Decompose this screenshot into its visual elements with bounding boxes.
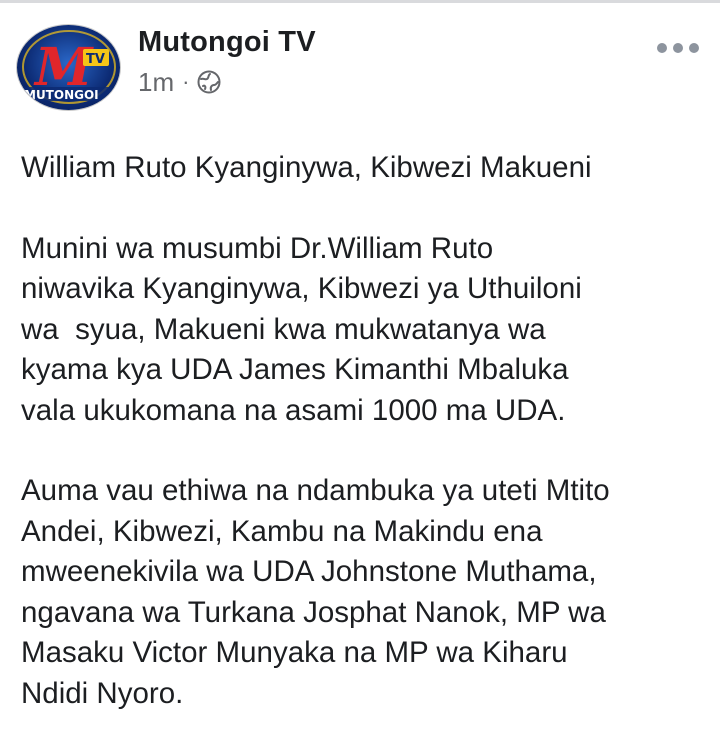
post-paragraph-1: William Ruto Kyanginywa, Kibwezi Makueni [21,151,592,184]
globe-icon[interactable] [197,70,221,94]
page-name[interactable]: Mutongoi TV [138,26,316,59]
post-text: William Ruto Kyanginywa, Kibwezi Makueni… [21,148,711,714]
page-avatar[interactable]: M TV MUTONGOI [17,25,120,110]
more-options-icon[interactable] [657,38,699,58]
more-dot [657,43,667,53]
post-meta: 1m · [138,67,221,97]
post-timestamp[interactable]: 1m [138,67,174,98]
post-paragraph-2: Munini wa musumbi Dr.William Ruto niwavi… [21,231,582,427]
post-header: M TV MUTONGOI Mutongoi TV 1m · [0,0,720,120]
mutongoi-logo: M TV MUTONGOI [21,30,116,104]
meta-separator: · [182,69,190,94]
more-dot [689,43,699,53]
logo-badge: TV [86,52,105,67]
logo-text: MUTONGOI [24,88,99,102]
post-paragraph-3: Auma vau ethiwa na ndambuka ya uteti Mti… [21,474,610,710]
more-dot [673,43,683,53]
